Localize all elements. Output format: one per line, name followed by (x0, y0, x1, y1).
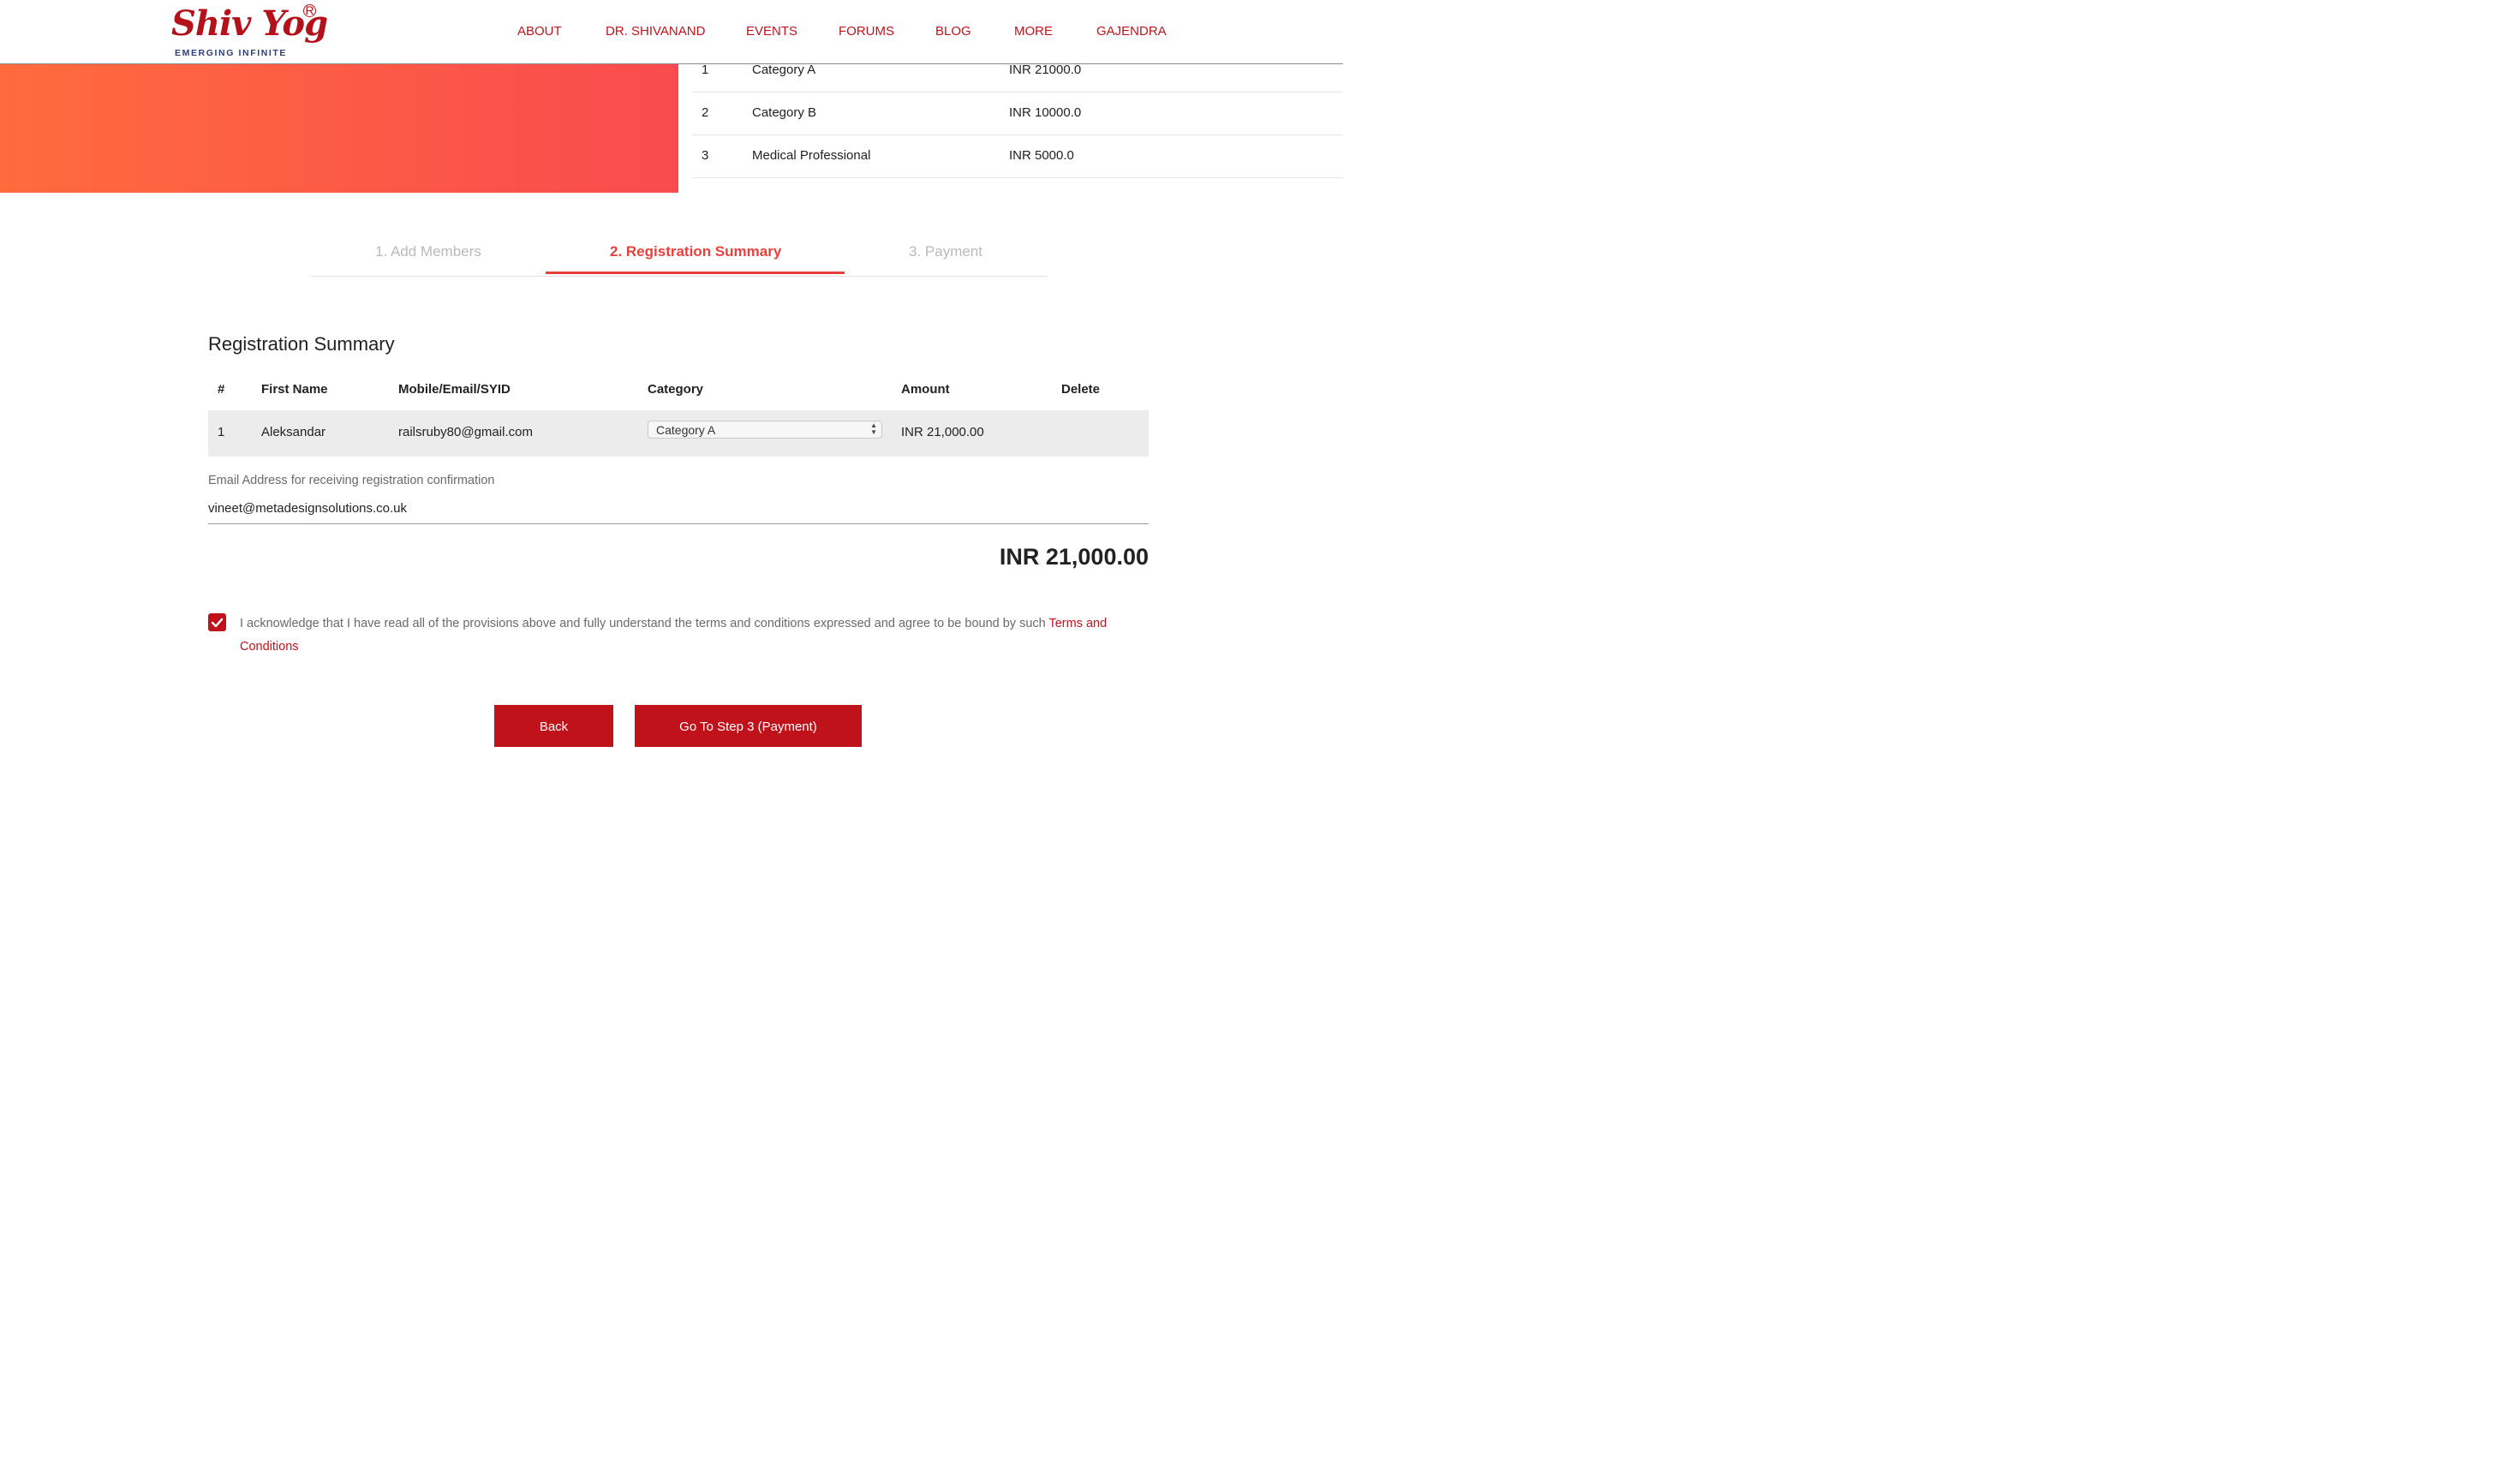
registration-steps: 1. Add Members 2. Registration Summary 3… (310, 236, 1047, 277)
select-arrows-icon: ▲ ▼ (870, 421, 877, 436)
category-price-table: 1 Category A INR 21000.0 2 Category B IN… (692, 50, 1343, 178)
step-payment[interactable]: 3. Payment (909, 243, 982, 260)
step-registration-summary[interactable]: 2. Registration Summary (610, 243, 781, 260)
step-add-members[interactable]: 1. Add Members (375, 243, 481, 260)
row-number: 1 (218, 425, 225, 439)
column-header-first-name: First Name (261, 382, 328, 397)
total-amount: INR 21,000.00 (999, 544, 1149, 570)
nav-events[interactable]: EVENTS (746, 24, 797, 39)
price-row: 2 Category B INR 10000.0 (692, 93, 1343, 135)
terms-text: I acknowledge that I have read all of th… (240, 617, 1046, 630)
price-row-price: INR 10000.0 (1009, 105, 1082, 120)
price-row-number: 3 (702, 148, 709, 163)
category-select[interactable]: Category A ▲ ▼ (648, 421, 882, 439)
nav-user-gajendra[interactable]: GAJENDRA (1096, 24, 1167, 39)
price-row-price: INR 5000.0 (1009, 148, 1074, 163)
category-select-value: Category A (656, 423, 716, 437)
back-button[interactable]: Back (494, 705, 613, 747)
go-to-payment-button[interactable]: Go To Step 3 (Payment) (635, 705, 862, 747)
column-header-amount: Amount (901, 382, 950, 397)
registered-mark-icon: R (303, 4, 316, 17)
price-row-number: 2 (702, 105, 709, 120)
nav-forums[interactable]: FORUMS (839, 24, 894, 39)
hero-banner (0, 64, 678, 193)
row-amount: INR 21,000.00 (901, 425, 984, 439)
price-row-number: 1 (702, 63, 709, 77)
confirmation-email-field[interactable] (208, 493, 1149, 524)
active-step-indicator (546, 272, 845, 274)
column-header-delete: Delete (1061, 382, 1101, 397)
terms-checkbox[interactable] (208, 613, 226, 631)
price-row-category: Category A (752, 63, 816, 77)
shiv-yog-logo[interactable]: Shiv Yog R EMERGING INFINITE (170, 3, 328, 60)
price-row-category: Category B (752, 105, 817, 120)
row-first-name: Aleksandar (261, 425, 326, 439)
nav-more[interactable]: MORE (1014, 24, 1053, 39)
terms-acknowledgement: I acknowledge that I have read all of th… (240, 612, 1156, 659)
nav-about[interactable]: ABOUT (517, 24, 562, 39)
column-header-category: Category (648, 382, 704, 397)
price-row-price: INR 21000.0 (1009, 63, 1082, 77)
confirmation-email-label: Email Address for receiving registration… (208, 474, 495, 487)
nav-blog[interactable]: BLOG (935, 24, 971, 39)
price-row-category: Medical Professional (752, 148, 871, 163)
row-contact: railsruby80@gmail.com (398, 425, 533, 439)
column-header-contact: Mobile/Email/SYID (398, 382, 511, 397)
checkmark-icon (211, 618, 224, 628)
price-row: 3 Medical Professional INR 5000.0 (692, 135, 1343, 178)
column-header-number: # (218, 382, 225, 397)
logo-tagline: EMERGING INFINITE (175, 48, 288, 58)
site-header: Shiv Yog R EMERGING INFINITE ABOUT DR. S… (0, 0, 1343, 64)
nav-dr-shivanand[interactable]: DR. SHIVANAND (606, 24, 705, 39)
summary-title: Registration Summary (208, 333, 395, 355)
